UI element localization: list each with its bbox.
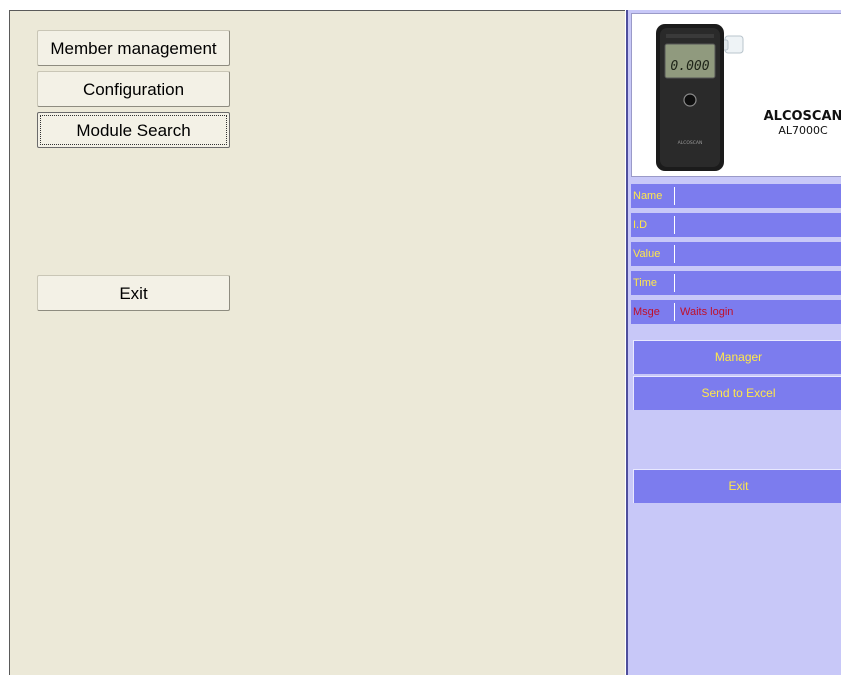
module-search-button[interactable]: Module Search: [37, 112, 230, 148]
separator: [674, 274, 675, 292]
message-value: Waits login: [680, 306, 734, 318]
separator: [674, 245, 675, 263]
exit-button-right[interactable]: Exit: [633, 469, 841, 503]
separator: [674, 303, 675, 321]
member-management-button[interactable]: Member management: [37, 30, 230, 66]
value-label: Value: [633, 248, 661, 260]
id-row: I.D: [631, 213, 841, 237]
status-side-panel: 0.000 ALCOSCAN ALCOSCAN AL7000C Name I.D…: [626, 10, 841, 675]
message-row: Msge Waits login: [631, 300, 841, 324]
brand-logo-text: ALCOSCAN: [764, 109, 841, 124]
separator: [674, 187, 675, 205]
time-row: Time: [631, 271, 841, 295]
lcd-reading: 0.000: [670, 59, 709, 74]
id-label: I.D: [633, 219, 648, 231]
configuration-button[interactable]: Configuration: [37, 71, 230, 107]
main-left-panel: Member management Configuration Module S…: [9, 10, 625, 675]
separator: [674, 216, 675, 234]
module-search-label: Module Search: [76, 121, 191, 140]
time-label: Time: [633, 277, 658, 289]
exit-button-left[interactable]: Exit: [37, 275, 230, 311]
name-label: Name: [633, 190, 663, 202]
product-image: 0.000 ALCOSCAN ALCOSCAN AL7000C: [631, 13, 841, 177]
device-body-brand: ALCOSCAN: [678, 140, 703, 146]
message-label: Msge: [633, 306, 660, 318]
manager-button[interactable]: Manager: [633, 340, 841, 374]
name-row: Name: [631, 184, 841, 208]
breathalyzer-device-image: 0.000 ALCOSCAN ALCOSCAN AL7000C: [656, 24, 841, 171]
value-row: Value: [631, 242, 841, 266]
model-name: AL7000C: [778, 124, 828, 137]
send-to-excel-button[interactable]: Send to Excel: [633, 376, 841, 410]
